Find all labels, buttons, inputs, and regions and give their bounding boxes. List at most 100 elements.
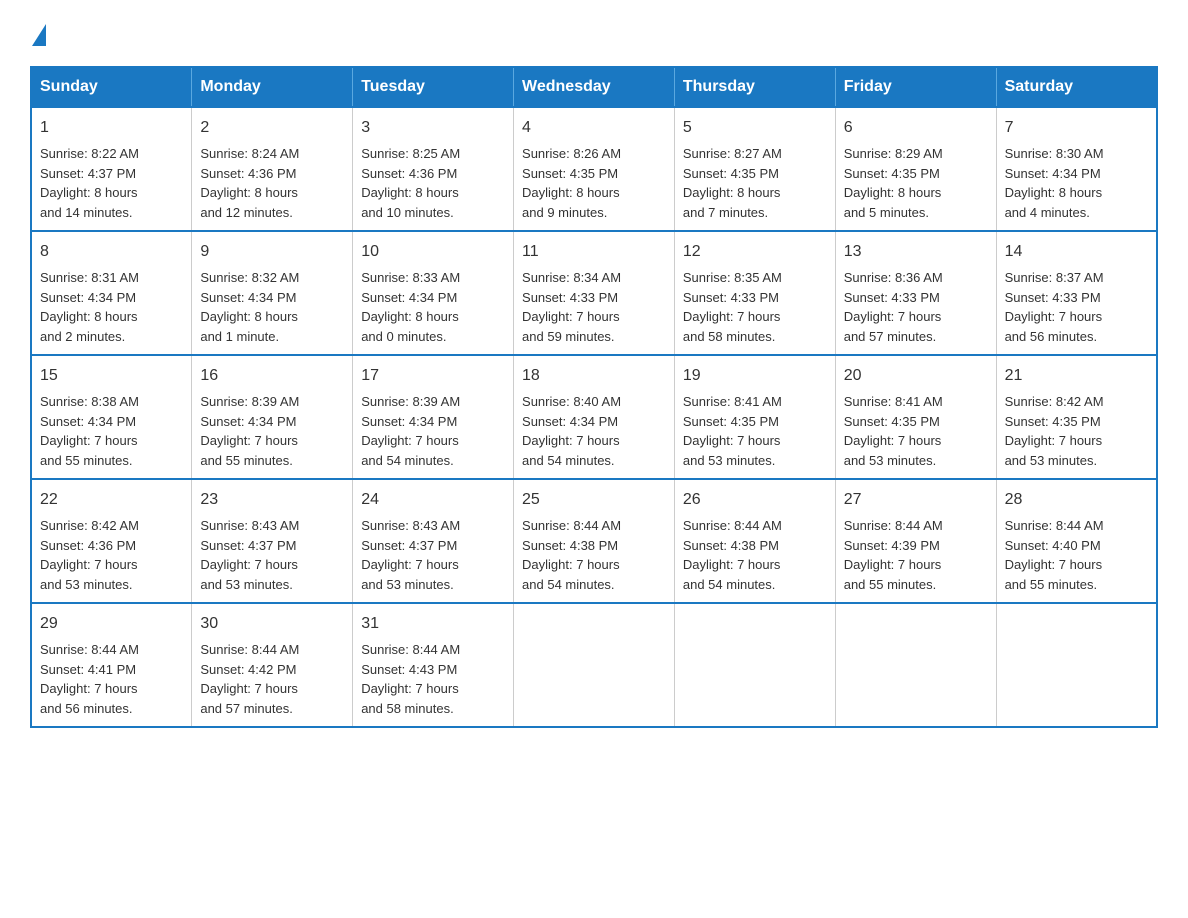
day-number: 30: [200, 612, 344, 636]
day-number: 19: [683, 364, 827, 388]
day-info: Sunrise: 8:25 AM Sunset: 4:36 PM Dayligh…: [361, 144, 505, 222]
day-number: 11: [522, 240, 666, 264]
day-info: Sunrise: 8:32 AM Sunset: 4:34 PM Dayligh…: [200, 268, 344, 346]
calendar-cell: [996, 603, 1157, 727]
calendar-cell: 10 Sunrise: 8:33 AM Sunset: 4:34 PM Dayli…: [353, 231, 514, 355]
day-info: Sunrise: 8:22 AM Sunset: 4:37 PM Dayligh…: [40, 144, 183, 222]
day-number: 9: [200, 240, 344, 264]
calendar-cell: 27Sunrise: 8:44 AM Sunset: 4:39 PM Dayli…: [835, 479, 996, 603]
header-saturday: Saturday: [996, 67, 1157, 107]
day-number: 6: [844, 116, 988, 140]
day-number: 21: [1005, 364, 1148, 388]
day-number: 1: [40, 116, 183, 140]
calendar-cell: 17Sunrise: 8:39 AM Sunset: 4:34 PM Dayli…: [353, 355, 514, 479]
day-number: 29: [40, 612, 183, 636]
day-info: Sunrise: 8:26 AM Sunset: 4:35 PM Dayligh…: [522, 144, 666, 222]
calendar-cell: 2 Sunrise: 8:24 AM Sunset: 4:36 PM Daylig…: [192, 107, 353, 231]
day-info: Sunrise: 8:35 AM Sunset: 4:33 PM Dayligh…: [683, 268, 827, 346]
calendar-cell: 14 Sunrise: 8:37 AM Sunset: 4:33 PM Dayli…: [996, 231, 1157, 355]
day-number: 22: [40, 488, 183, 512]
header-wednesday: Wednesday: [514, 67, 675, 107]
day-number: 28: [1005, 488, 1148, 512]
page-header: [30, 20, 1158, 46]
day-number: 25: [522, 488, 666, 512]
calendar-table: SundayMondayTuesdayWednesdayThursdayFrid…: [30, 66, 1158, 728]
day-info: Sunrise: 8:43 AM Sunset: 4:37 PM Dayligh…: [200, 516, 344, 594]
day-info: Sunrise: 8:44 AM Sunset: 4:42 PM Dayligh…: [200, 640, 344, 718]
calendar-week-row: 8Sunrise: 8:31 AM Sunset: 4:34 PM Daylig…: [31, 231, 1157, 355]
calendar-cell: 30 Sunrise: 8:44 AM Sunset: 4:42 PM Dayli…: [192, 603, 353, 727]
day-info: Sunrise: 8:43 AM Sunset: 4:37 PM Dayligh…: [361, 516, 505, 594]
calendar-cell: 8Sunrise: 8:31 AM Sunset: 4:34 PM Daylig…: [31, 231, 192, 355]
day-info: Sunrise: 8:37 AM Sunset: 4:33 PM Dayligh…: [1005, 268, 1148, 346]
day-number: 10: [361, 240, 505, 264]
calendar-body: 1 Sunrise: 8:22 AM Sunset: 4:37 PM Daylig…: [31, 107, 1157, 727]
day-info: Sunrise: 8:44 AM Sunset: 4:43 PM Dayligh…: [361, 640, 505, 718]
day-info: Sunrise: 8:42 AM Sunset: 4:35 PM Dayligh…: [1005, 392, 1148, 470]
calendar-cell: 23Sunrise: 8:43 AM Sunset: 4:37 PM Dayli…: [192, 479, 353, 603]
calendar-cell: 13Sunrise: 8:36 AM Sunset: 4:33 PM Dayli…: [835, 231, 996, 355]
day-info: Sunrise: 8:31 AM Sunset: 4:34 PM Dayligh…: [40, 268, 183, 346]
calendar-cell: 15Sunrise: 8:38 AM Sunset: 4:34 PM Dayli…: [31, 355, 192, 479]
header-sunday: Sunday: [31, 67, 192, 107]
calendar-cell: 25 Sunrise: 8:44 AM Sunset: 4:38 PM Dayli…: [514, 479, 675, 603]
day-info: Sunrise: 8:44 AM Sunset: 4:38 PM Dayligh…: [683, 516, 827, 594]
day-number: 26: [683, 488, 827, 512]
calendar-cell: 29 Sunrise: 8:44 AM Sunset: 4:41 PM Dayli…: [31, 603, 192, 727]
calendar-week-row: 29 Sunrise: 8:44 AM Sunset: 4:41 PM Dayli…: [31, 603, 1157, 727]
day-info: Sunrise: 8:44 AM Sunset: 4:40 PM Dayligh…: [1005, 516, 1148, 594]
calendar-week-row: 22Sunrise: 8:42 AM Sunset: 4:36 PM Dayli…: [31, 479, 1157, 603]
calendar-cell: 26 Sunrise: 8:44 AM Sunset: 4:38 PM Dayli…: [674, 479, 835, 603]
calendar-cell: 1 Sunrise: 8:22 AM Sunset: 4:37 PM Daylig…: [31, 107, 192, 231]
calendar-cell: 31 Sunrise: 8:44 AM Sunset: 4:43 PM Dayli…: [353, 603, 514, 727]
calendar-cell: 9 Sunrise: 8:32 AM Sunset: 4:34 PM Daylig…: [192, 231, 353, 355]
header-tuesday: Tuesday: [353, 67, 514, 107]
calendar-cell: 6 Sunrise: 8:29 AM Sunset: 4:35 PM Daylig…: [835, 107, 996, 231]
day-number: 15: [40, 364, 183, 388]
calendar-cell: 19Sunrise: 8:41 AM Sunset: 4:35 PM Dayli…: [674, 355, 835, 479]
calendar-cell: 22Sunrise: 8:42 AM Sunset: 4:36 PM Dayli…: [31, 479, 192, 603]
day-info: Sunrise: 8:29 AM Sunset: 4:35 PM Dayligh…: [844, 144, 988, 222]
calendar-cell: [674, 603, 835, 727]
day-info: Sunrise: 8:34 AM Sunset: 4:33 PM Dayligh…: [522, 268, 666, 346]
day-info: Sunrise: 8:27 AM Sunset: 4:35 PM Dayligh…: [683, 144, 827, 222]
calendar-cell: 18Sunrise: 8:40 AM Sunset: 4:34 PM Dayli…: [514, 355, 675, 479]
calendar-cell: [514, 603, 675, 727]
day-number: 4: [522, 116, 666, 140]
day-number: 24: [361, 488, 505, 512]
calendar-cell: 21 Sunrise: 8:42 AM Sunset: 4:35 PM Dayli…: [996, 355, 1157, 479]
calendar-cell: 7 Sunrise: 8:30 AM Sunset: 4:34 PM Daylig…: [996, 107, 1157, 231]
calendar-cell: 24 Sunrise: 8:43 AM Sunset: 4:37 PM Dayli…: [353, 479, 514, 603]
day-info: Sunrise: 8:36 AM Sunset: 4:33 PM Dayligh…: [844, 268, 988, 346]
header-thursday: Thursday: [674, 67, 835, 107]
day-number: 27: [844, 488, 988, 512]
calendar-week-row: 1 Sunrise: 8:22 AM Sunset: 4:37 PM Daylig…: [31, 107, 1157, 231]
calendar-cell: 20 Sunrise: 8:41 AM Sunset: 4:35 PM Dayli…: [835, 355, 996, 479]
logo-triangle-icon: [32, 24, 46, 46]
logo: [30, 20, 46, 46]
calendar-week-row: 15Sunrise: 8:38 AM Sunset: 4:34 PM Dayli…: [31, 355, 1157, 479]
calendar-header: SundayMondayTuesdayWednesdayThursdayFrid…: [31, 67, 1157, 107]
calendar-cell: 3Sunrise: 8:25 AM Sunset: 4:36 PM Daylig…: [353, 107, 514, 231]
calendar-cell: 16Sunrise: 8:39 AM Sunset: 4:34 PM Dayli…: [192, 355, 353, 479]
calendar-cell: 28 Sunrise: 8:44 AM Sunset: 4:40 PM Dayli…: [996, 479, 1157, 603]
day-info: Sunrise: 8:30 AM Sunset: 4:34 PM Dayligh…: [1005, 144, 1148, 222]
day-number: 14: [1005, 240, 1148, 264]
calendar-cell: 4 Sunrise: 8:26 AM Sunset: 4:35 PM Daylig…: [514, 107, 675, 231]
day-number: 5: [683, 116, 827, 140]
day-info: Sunrise: 8:24 AM Sunset: 4:36 PM Dayligh…: [200, 144, 344, 222]
day-number: 18: [522, 364, 666, 388]
day-number: 2: [200, 116, 344, 140]
calendar-cell: 12Sunrise: 8:35 AM Sunset: 4:33 PM Dayli…: [674, 231, 835, 355]
day-number: 31: [361, 612, 505, 636]
day-number: 20: [844, 364, 988, 388]
day-info: Sunrise: 8:44 AM Sunset: 4:38 PM Dayligh…: [522, 516, 666, 594]
day-info: Sunrise: 8:44 AM Sunset: 4:41 PM Dayligh…: [40, 640, 183, 718]
calendar-cell: [835, 603, 996, 727]
days-of-week-row: SundayMondayTuesdayWednesdayThursdayFrid…: [31, 67, 1157, 107]
calendar-cell: 5 Sunrise: 8:27 AM Sunset: 4:35 PM Daylig…: [674, 107, 835, 231]
day-info: Sunrise: 8:41 AM Sunset: 4:35 PM Dayligh…: [844, 392, 988, 470]
day-number: 7: [1005, 116, 1148, 140]
day-info: Sunrise: 8:33 AM Sunset: 4:34 PM Dayligh…: [361, 268, 505, 346]
day-info: Sunrise: 8:39 AM Sunset: 4:34 PM Dayligh…: [200, 392, 344, 470]
